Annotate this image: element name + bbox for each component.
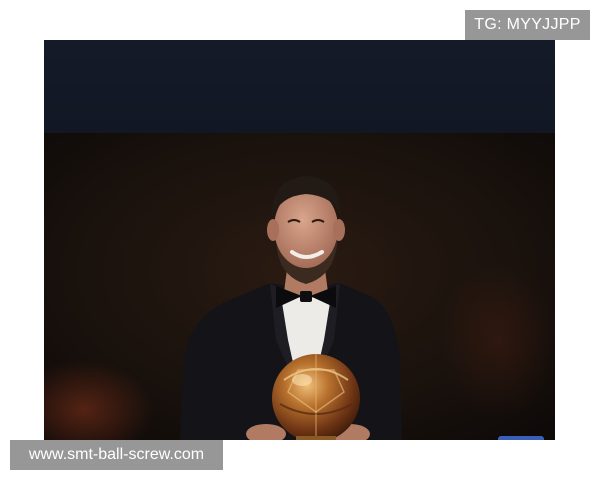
watermark-telegram: TG: MYYJJPP bbox=[465, 10, 590, 40]
golden-ball-trophy bbox=[272, 354, 360, 440]
photo bbox=[44, 40, 555, 440]
photo-illustration bbox=[44, 40, 555, 440]
watermark-website: www.smt-ball-screw.com bbox=[10, 440, 223, 470]
partial-button-edge bbox=[498, 436, 544, 440]
top-band bbox=[44, 40, 555, 133]
